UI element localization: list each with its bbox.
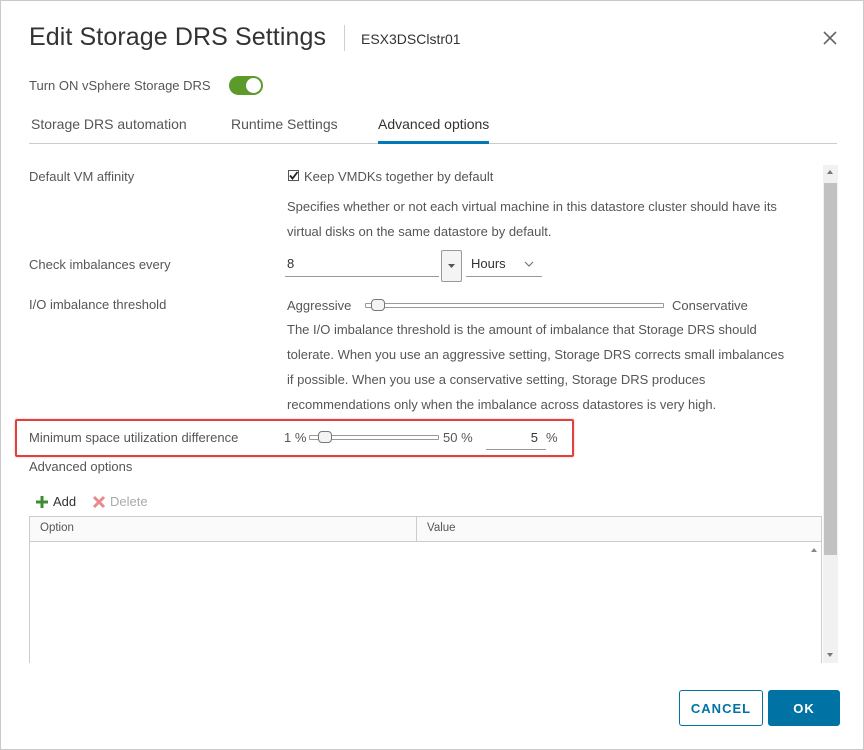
delete-option-button[interactable]: Delete [92, 494, 148, 509]
io-threshold-desc-line: tolerate. When you use an aggressive set… [287, 347, 785, 362]
title-separator [344, 25, 345, 51]
storage-drs-toggle[interactable] [229, 76, 263, 95]
column-header-option[interactable]: Option [40, 522, 74, 534]
caret-down-icon [448, 264, 455, 268]
checkmark-icon [289, 171, 299, 180]
keep-vmdks-label: Keep VMDKs together by default [304, 169, 494, 184]
io-threshold-desc-line: if possible. When you use a conservative… [287, 372, 706, 387]
grid-scrollbar[interactable] [807, 542, 821, 663]
panel-scrollbar[interactable] [823, 165, 838, 663]
interval-unit-select[interactable]: Hours [466, 251, 542, 277]
add-option-label: Add [53, 494, 77, 509]
storage-drs-toggle-label: Turn ON vSphere Storage DRS [29, 78, 211, 93]
advanced-options-heading: Advanced options [29, 459, 133, 474]
io-threshold-desc-line: The I/O imbalance threshold is the amoun… [287, 322, 757, 337]
space-util-label: Minimum space utilization difference [29, 430, 239, 445]
column-divider[interactable] [416, 517, 417, 542]
chevron-down-icon [524, 261, 534, 267]
imbalance-interval-input[interactable]: 8 [285, 251, 439, 277]
ok-button[interactable]: OK [768, 690, 840, 726]
tab-advanced-options[interactable]: Advanced options [378, 116, 490, 144]
space-util-unit: % [546, 430, 558, 445]
grid-header: Option Value [30, 517, 821, 542]
keep-vmdks-checkbox[interactable] [288, 170, 299, 181]
cluster-name: ESX3DSClstr01 [361, 31, 461, 47]
io-threshold-desc-line: recommendations only when the imbalance … [287, 397, 717, 412]
delete-x-icon [92, 495, 106, 508]
vm-affinity-label: Default VM affinity [29, 169, 135, 184]
toggle-knob [246, 78, 261, 93]
add-option-button[interactable]: Add [35, 494, 76, 509]
interval-unit-value: Hours [471, 256, 506, 271]
io-threshold-slider-thumb[interactable] [371, 299, 385, 311]
vm-affinity-desc-line: Specifies whether or not each virtual ma… [287, 199, 777, 214]
vm-affinity-description: Specifies whether or not each virtual ma… [287, 194, 777, 244]
panel-scrollbar-thumb[interactable] [824, 183, 837, 555]
space-slider-max-label: 50 % [443, 430, 473, 445]
space-slider-min-label: 1 % [284, 430, 307, 445]
scroll-down-icon[interactable] [827, 653, 833, 657]
tab-bar: Storage DRS automation Runtime Settings … [29, 109, 837, 144]
io-slider-max-label: Conservative [672, 298, 748, 313]
io-slider-min-label: Aggressive [287, 298, 352, 313]
close-icon[interactable] [819, 27, 841, 49]
io-threshold-slider[interactable] [365, 303, 664, 308]
io-threshold-label: I/O imbalance threshold [29, 297, 167, 312]
space-util-slider-thumb[interactable] [318, 431, 332, 443]
scroll-up-icon[interactable] [827, 170, 833, 174]
grid-scroll-up-icon[interactable] [811, 548, 817, 552]
edit-storage-drs-dialog: Edit Storage DRS Settings ESX3DSClstr01 … [0, 0, 864, 750]
dialog-title: Edit Storage DRS Settings [29, 23, 327, 51]
plus-icon [36, 495, 48, 508]
interval-spinner-button[interactable] [441, 250, 462, 282]
column-header-value[interactable]: Value [427, 522, 456, 534]
check-imbalances-label: Check imbalances every [29, 257, 171, 272]
advanced-options-grid: Option Value [29, 516, 822, 663]
advanced-options-panel: Default VM affinity Keep VMDKs together … [29, 163, 823, 663]
space-util-value-input[interactable]: 5 [486, 428, 546, 450]
delete-option-label: Delete [110, 494, 148, 509]
tab-runtime-settings[interactable]: Runtime Settings [231, 116, 338, 144]
cancel-button[interactable]: CANCEL [679, 690, 763, 726]
vm-affinity-desc-line: virtual disks on the same datastore by d… [287, 224, 552, 239]
tab-storage-drs-automation[interactable]: Storage DRS automation [31, 116, 187, 144]
io-threshold-description: The I/O imbalance threshold is the amoun… [287, 317, 784, 417]
